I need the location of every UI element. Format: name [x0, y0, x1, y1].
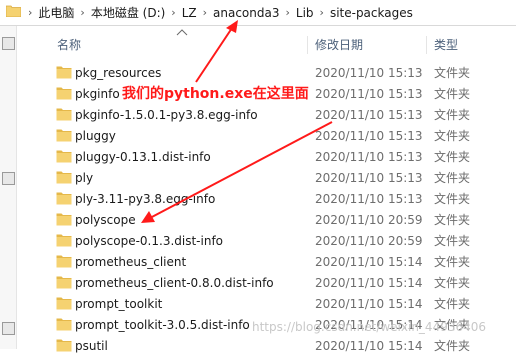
- watermark: https://blog.csdn.net/weixin_44936406: [252, 320, 487, 334]
- annotation-arrows: [141, 20, 333, 223]
- annotation-label: 我们的python.exe在这里面: [122, 86, 309, 102]
- arrow-head: [226, 20, 238, 33]
